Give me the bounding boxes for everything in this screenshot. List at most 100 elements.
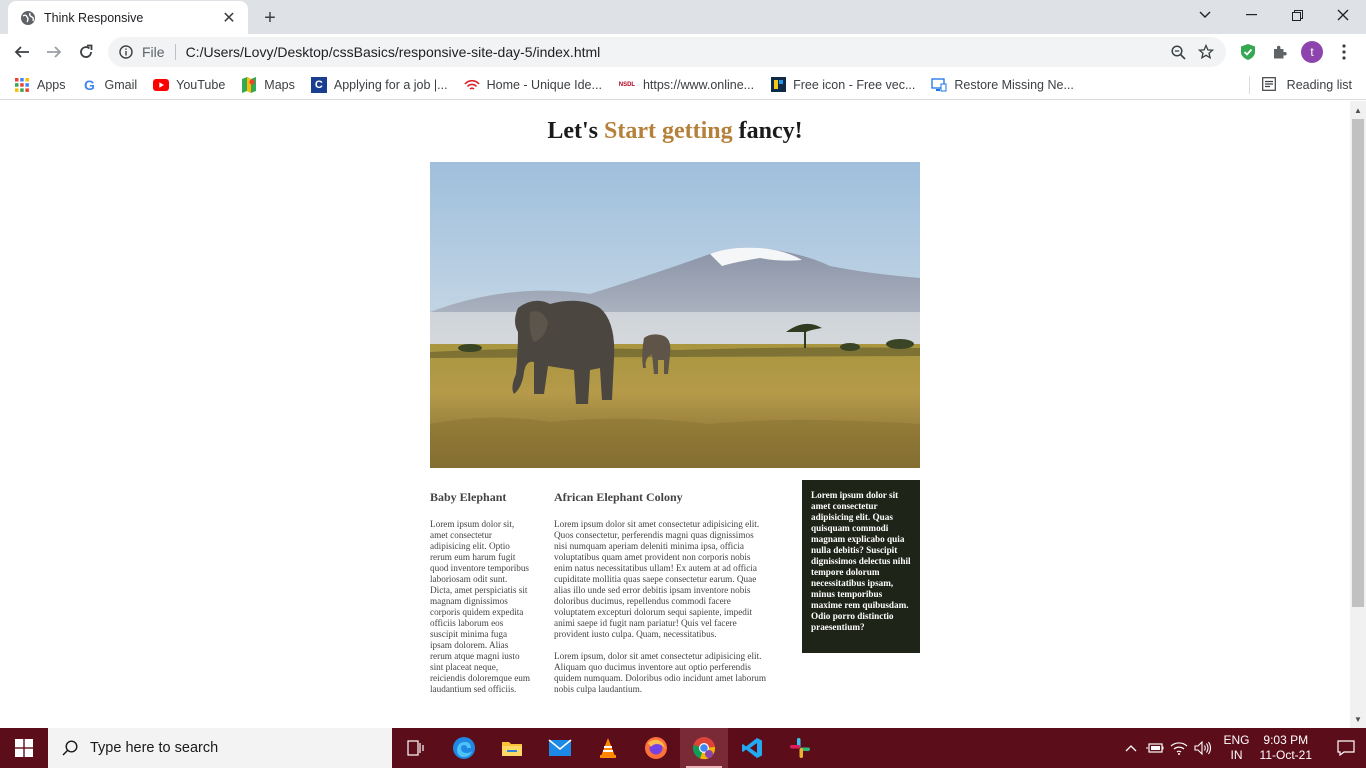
bookmarks-divider [1248,76,1250,94]
wifi-logo-icon [463,77,480,93]
windows-logo-icon [15,739,33,757]
language-code: ENG [1223,733,1250,747]
notifications-icon[interactable] [1326,728,1366,768]
article-title: African Elephant Colony [554,490,683,504]
bookmarks-bar: Apps G Gmail YouTube Maps C Applying for… [0,70,1366,100]
monitor-icon [931,77,947,93]
profile-initial: t [1301,41,1323,63]
reading-list-button[interactable]: Reading list [1248,70,1352,100]
windows-taskbar: Type here to search ENG IN 9:03 PM 11-Oc… [0,728,1366,768]
bookmark-gmail[interactable]: G Gmail [82,76,138,93]
bookmark-label: Restore Missing Ne... [954,77,1074,92]
globe-icon [20,10,36,26]
bookmark-maps[interactable]: Maps [241,76,295,93]
forward-button[interactable] [40,38,68,66]
scroll-up-arrow-icon[interactable]: ▲ [1350,103,1366,117]
page-viewport: Let's Start getting fancy! Baby Elephant… [0,101,1350,728]
page-scrollbar[interactable]: ▲ ▼ [1350,101,1366,728]
start-button[interactable] [0,728,48,768]
bookmark-label: https://www.online... [642,77,755,92]
edge-browser-icon[interactable] [440,728,488,768]
vscode-icon[interactable] [728,728,776,768]
tab-strip: Think Responsive ✕ + [0,0,1366,34]
bookmark-label: Free icon - Free vec... [793,77,916,92]
minimize-button[interactable] [1228,0,1274,30]
clock-date: 11-Oct-21 [1259,748,1312,762]
bookmark-label: YouTube [176,77,226,92]
apps-grid-icon [14,77,30,93]
volume-icon[interactable] [1192,741,1214,755]
input-language-indicator[interactable]: ENG IN [1224,733,1250,763]
c-logo-icon: C [310,76,327,93]
clock-time: 9:03 PM [1263,733,1309,747]
article-text: Lorem ipsum dolor sit amet consectetur a… [554,519,760,639]
youtube-icon [153,77,170,93]
firefox-icon[interactable] [632,728,680,768]
google-icon: G [84,76,95,93]
scrollbar-thumb[interactable] [1352,119,1364,607]
bookmark-apps[interactable]: Apps [14,77,66,93]
vlc-icon[interactable] [584,728,632,768]
mail-icon[interactable] [536,728,584,768]
tab-title: Think Responsive [44,10,144,25]
file-explorer-icon[interactable] [488,728,536,768]
bookmark-label: Home - Unique Ide... [486,77,602,92]
site-info-icon[interactable] [118,44,134,60]
bookmark-youtube[interactable]: YouTube [153,77,225,93]
bookmark-label: Apps [37,77,66,92]
bookmark-star-icon[interactable] [1192,38,1220,66]
reading-list-label: Reading list [1286,78,1352,92]
taskbar-search-box[interactable]: Type here to search [48,728,392,768]
profile-avatar[interactable]: t [1298,38,1326,66]
zoom-icon[interactable] [1164,38,1192,66]
browser-tab-active[interactable]: Think Responsive ✕ [8,1,248,34]
heading-part1: Let's [547,118,605,144]
address-bar[interactable]: File C:/Users/Lovy/Desktop/cssBasics/res… [108,37,1226,67]
scroll-down-arrow-icon[interactable]: ▼ [1350,712,1366,726]
back-button[interactable] [8,38,36,66]
reload-button[interactable] [72,38,100,66]
bookmark-label: Maps [264,77,295,92]
article-baby-elephant: Baby Elephant Lorem ipsum dolor sit, ame… [430,490,530,695]
search-placeholder: Type here to search [90,740,219,756]
article-text: Lorem ipsum, dolor sit amet consectetur … [554,651,767,694]
bookmark-restore-missing[interactable]: Restore Missing Ne... [931,77,1074,93]
bookmark-label: Gmail [104,77,138,92]
new-tab-button[interactable]: + [258,6,282,30]
page-heading: Let's Start getting fancy! [0,118,1350,145]
chevron-up-icon[interactable] [1120,744,1142,752]
bookmark-label: Applying for a job |... [333,77,448,92]
article-text: Lorem ipsum dolor sit, amet consectetur … [430,519,531,694]
article-title: Baby Elephant [430,490,507,504]
chrome-icon[interactable] [680,728,728,768]
url-text[interactable]: C:/Users/Lovy/Desktop/cssBasics/responsi… [186,44,1164,60]
bookmark-applying-for-job[interactable]: C Applying for a job |... [310,76,448,93]
article-african-elephant-colony: African Elephant Colony Lorem ipsum dolo… [554,490,768,695]
browser-toolbar: File C:/Users/Lovy/Desktop/cssBasics/res… [0,34,1366,70]
battery-icon[interactable] [1144,742,1166,754]
url-scheme-label: File [142,44,165,60]
shield-extension-icon[interactable] [1234,38,1262,66]
bookmark-free-icon[interactable]: Free icon - Free vec... [770,77,915,93]
omnibox-divider [174,44,176,60]
restore-button[interactable] [1274,0,1320,30]
bookmark-home-unique-ideas[interactable]: Home - Unique Ide... [463,77,602,93]
heading-part2: fancy! [732,118,803,144]
close-tab-icon[interactable]: ✕ [220,9,238,27]
bookmark-online[interactable]: NSDL https://www.online... [618,77,754,93]
wifi-icon[interactable] [1168,741,1190,755]
task-view-icon[interactable] [392,728,440,768]
search-icon [62,740,78,756]
slack-icon[interactable] [776,728,824,768]
region-code: IN [1230,748,1243,762]
sidebar-callout: Lorem ipsum dolor sit amet consectetur a… [802,480,920,653]
freepik-icon [770,77,786,93]
reading-list-icon [1261,77,1278,93]
heading-accent: Start getting [604,118,733,144]
taskbar-clock[interactable]: 9:03 PM 11-Oct-21 [1260,733,1312,763]
menu-kebab-icon[interactable] [1330,38,1358,66]
nsdl-icon: NSDL [618,81,636,88]
tab-search-chevron-icon[interactable] [1182,0,1228,30]
close-window-button[interactable] [1320,0,1366,30]
extensions-puzzle-icon[interactable] [1266,38,1294,66]
